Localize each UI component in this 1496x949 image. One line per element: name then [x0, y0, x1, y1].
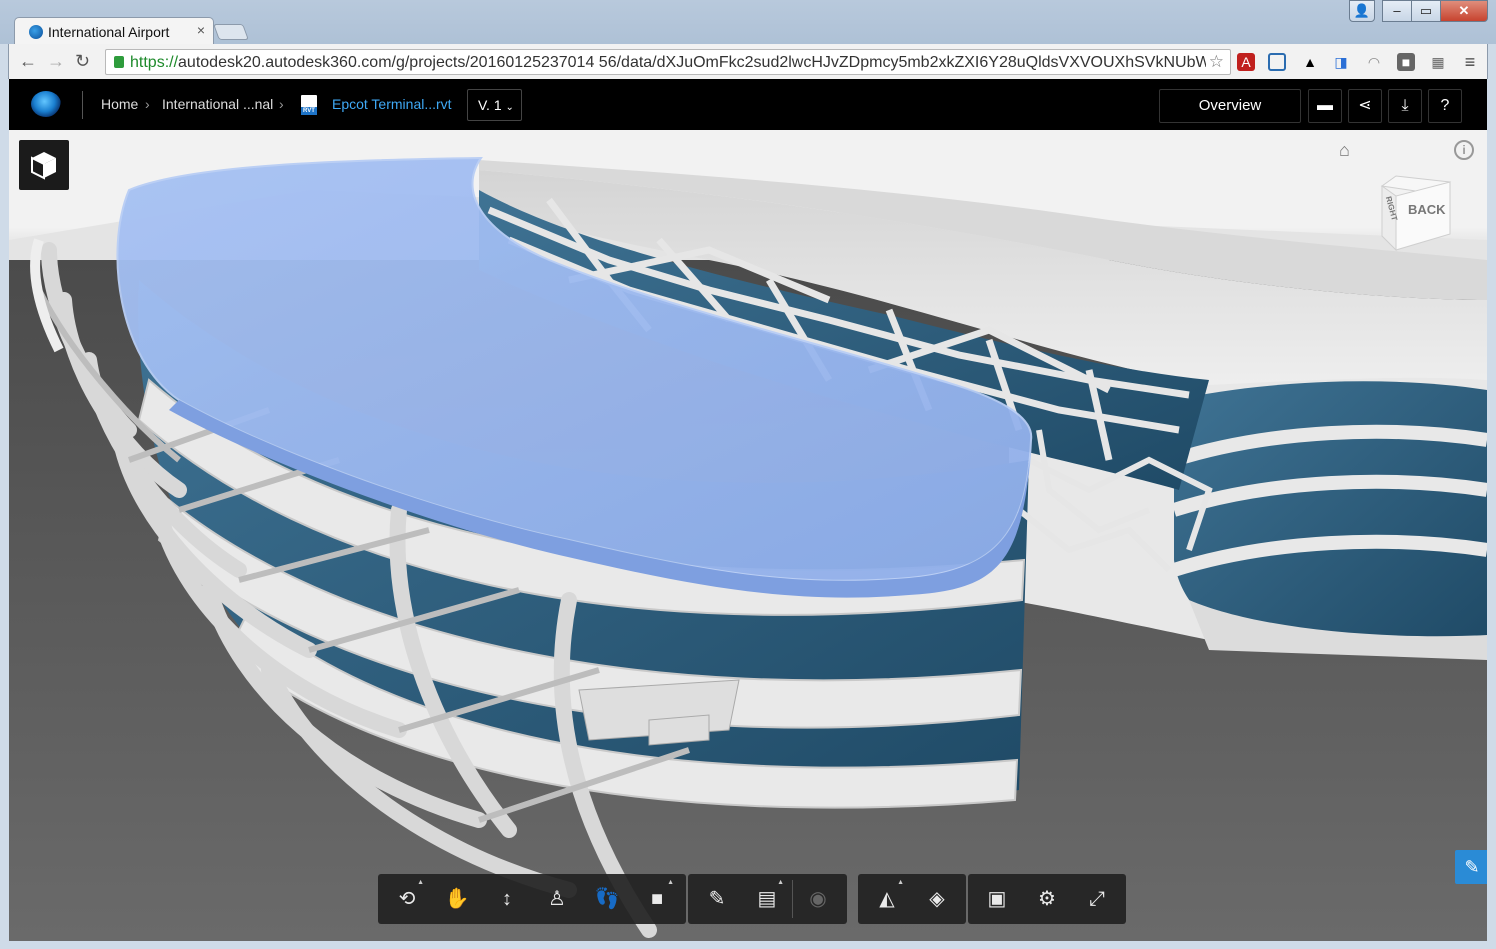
grid-extension-icon[interactable]: ▦	[1429, 53, 1447, 71]
viewcube[interactable]: BACK RIGHT	[1374, 172, 1454, 252]
shield-extension-icon[interactable]: ■	[1397, 53, 1415, 71]
breadcrumb-separator: ›	[145, 96, 150, 112]
settings-icon[interactable]: ⚙	[1022, 874, 1072, 924]
first-person-icon[interactable]: 👣	[582, 874, 632, 924]
eye-icon[interactable]: ◉	[793, 874, 843, 924]
tab-close-icon[interactable]: ×	[197, 22, 205, 38]
tab-strip: International Airport × 👤 – ▭ ✕	[0, 0, 1496, 44]
pdf-extension-icon[interactable]: A	[1237, 53, 1255, 71]
address-bar[interactable]: https://autodesk20.autodesk360.com/g/pro…	[105, 49, 1231, 75]
fullscreen-icon[interactable]: ⤢	[1072, 874, 1122, 924]
section-toolbar: ◭ ▲ ◈	[858, 874, 966, 924]
cast-extension-icon[interactable]: ◨	[1332, 53, 1350, 71]
section-icon[interactable]: ◭ ▲	[862, 874, 912, 924]
bookmark-star-icon[interactable]: ☆	[1209, 52, 1224, 72]
user-profile-icon[interactable]: 👤	[1349, 0, 1375, 22]
rvt-file-icon: RVT	[301, 95, 317, 115]
navigation-toolbar: ⟲ ▲ ✋ ↕ ♙ 👣 ■ ▲	[378, 874, 686, 924]
cube-icon	[31, 152, 56, 180]
url-text[interactable]: https://autodesk20.autodesk360.com/g/pro…	[130, 54, 1206, 72]
back-arrow-icon[interactable]: ←	[19, 51, 37, 72]
model-viewer[interactable]: ⌂ i BACK RIGHT ✎ ⟲▲ ✋ ↕ ♙ 👣 ■▲ ✎ ▤▲ ◉	[9, 130, 1487, 941]
version-select[interactable]: V. 1 ⌄	[467, 89, 522, 121]
minimize-button[interactable]: –	[1382, 0, 1412, 22]
viewcube-back-label[interactable]: BACK	[1408, 202, 1446, 217]
autodesk-favicon-icon	[29, 25, 43, 39]
download-icon[interactable]: ⤓	[1388, 89, 1422, 123]
chrome-menu-icon[interactable]: ≡	[1461, 53, 1479, 71]
help-icon[interactable]: ?	[1428, 89, 1462, 123]
explode-icon[interactable]: ◈	[912, 874, 962, 924]
browser-tab[interactable]: International Airport ×	[14, 17, 214, 44]
screenshot-extension-icon[interactable]	[1268, 53, 1286, 71]
version-label: V. 1	[478, 97, 502, 113]
comment-icon[interactable]: ▬	[1308, 89, 1342, 123]
share-icon[interactable]: ⋖	[1348, 89, 1382, 123]
forward-arrow-icon[interactable]: →	[47, 51, 65, 72]
camera-icon[interactable]: ■ ▲	[632, 874, 682, 924]
breadcrumb-project[interactable]: International ...nal	[162, 96, 273, 112]
close-window-button[interactable]: ✕	[1440, 0, 1488, 22]
reload-icon[interactable]: ↻	[75, 51, 90, 72]
measure-icon[interactable]: ✎	[692, 874, 742, 924]
tab-title: International Airport	[48, 24, 170, 40]
properties-icon[interactable]: ▣	[972, 874, 1022, 924]
browser-window: International Airport × 👤 – ▭ ✕ ← → ↻ ht…	[0, 0, 1496, 949]
settings-toolbar: ▣ ⚙ ⤢	[968, 874, 1126, 924]
breadcrumb-separator: ›	[279, 96, 284, 112]
walk-person-icon[interactable]: ♙	[532, 874, 582, 924]
overview-button[interactable]: Overview	[1159, 89, 1301, 123]
orbit-icon[interactable]: ⟲ ▲	[382, 874, 432, 924]
lock-icon	[114, 56, 124, 68]
airport-model-render[interactable]	[9, 130, 1487, 941]
new-tab-button[interactable]	[213, 24, 249, 40]
app-header: Home › International ...nal › RVT Epcot …	[9, 79, 1487, 130]
maximize-button[interactable]: ▭	[1411, 0, 1441, 22]
inspect-toolbar: ✎ ▤ ▲ ◉	[688, 874, 847, 924]
window-controls: 👤 – ▭ ✕	[1349, 0, 1488, 22]
info-icon[interactable]: i	[1454, 140, 1474, 160]
markup-icon[interactable]: ▤ ▲	[742, 874, 792, 924]
autodesk-extension-icon[interactable]: ▲	[1301, 53, 1319, 71]
a360-logo-icon[interactable]	[31, 91, 61, 117]
window-bottom-border	[0, 941, 1496, 949]
header-divider	[82, 91, 83, 119]
chevron-down-icon: ⌄	[505, 102, 514, 113]
zoom-icon[interactable]: ↕	[482, 874, 532, 924]
pan-icon[interactable]: ✋	[432, 874, 482, 924]
breadcrumb-home[interactable]: Home	[101, 96, 138, 112]
feedback-tab-icon[interactable]: ✎	[1455, 850, 1487, 884]
breadcrumb-file[interactable]: Epcot Terminal...rvt	[332, 96, 452, 112]
home-icon[interactable]: ⌂	[1339, 140, 1350, 161]
model-browser-button[interactable]	[19, 140, 69, 190]
wifi-extension-icon[interactable]: ◠	[1365, 53, 1383, 71]
rvt-badge: RVT	[301, 107, 317, 115]
browser-toolbar: ← → ↻ https://autodesk20.autodesk360.com…	[8, 44, 1488, 79]
